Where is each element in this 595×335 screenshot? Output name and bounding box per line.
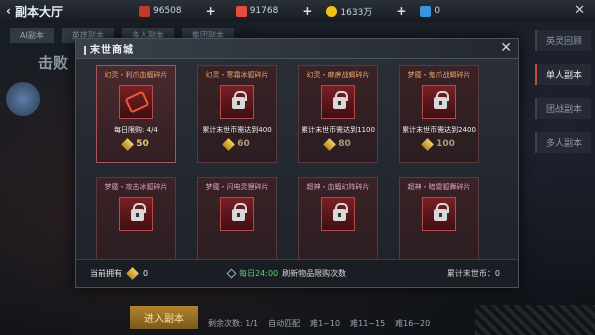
item-name: 超神・暗雷狐舞碎片	[407, 183, 471, 191]
claw-item-icon	[119, 85, 153, 119]
item-price: 100	[400, 137, 478, 151]
red-gem-icon	[139, 5, 150, 17]
lock-icon	[321, 85, 355, 119]
coin-icon	[222, 137, 236, 151]
item-condition: 累计末世币需达到400	[202, 126, 272, 134]
item-condition: 每日限购: 4/4	[114, 126, 158, 134]
item-grid: 幻灵・利爪血蝠碎片 每日限购: 4/4 50 幻灵・寒霜冰狐碎片 累计末世币需达…	[96, 65, 500, 275]
coin-icon	[323, 137, 337, 151]
lobby-title: ‹ 副本大厅	[6, 4, 63, 19]
auto-match-button[interactable]: 自动匹配	[268, 318, 300, 329]
menu-item-review[interactable]: 英灵回顾	[535, 30, 591, 51]
item-name: 梦魇・鬼爪战蝎碎片	[407, 71, 471, 79]
info-diamond-icon	[226, 268, 237, 279]
menu-item-team[interactable]: 团战副本	[535, 98, 591, 119]
right-menu: 英灵回顾 单人副本 团战副本 多人副本	[535, 30, 591, 153]
menu-item-single[interactable]: 单人副本	[535, 64, 591, 85]
shop-item-2[interactable]: 幻灵・麻痹战蝎碎片 累计末世币需达到1100 80	[298, 65, 378, 163]
lobby-bottom-bar: 进入副本 剩余次数: 1/1 自动匹配 难1~10 难11~15 难16~20	[130, 306, 430, 329]
close-icon[interactable]: ✕	[500, 40, 512, 56]
ruby-icon	[235, 5, 247, 17]
coin-icon	[126, 267, 139, 280]
item-price: 80	[299, 137, 377, 151]
gold-coin-icon	[326, 5, 338, 17]
coin-icon	[421, 137, 434, 151]
refresh-time: 每日24:00	[239, 269, 279, 278]
menu-item-multi[interactable]: 多人副本	[535, 132, 591, 153]
lock-icon	[220, 85, 254, 119]
resource-4: 0	[420, 5, 440, 17]
resource-3: 1633万	[326, 5, 372, 18]
item-condition: 累计末世币需达到2400	[402, 126, 476, 134]
lock-icon	[119, 197, 153, 231]
lobby-heading: 击败	[38, 54, 69, 72]
shop-item-3[interactable]: 梦魇・鬼爪战蝎碎片 累计末世币需达到2400 100	[399, 65, 479, 163]
enter-dungeon-button[interactable]: 进入副本	[130, 306, 198, 329]
item-name: 超神・血蝠幻阵碎片	[306, 183, 370, 191]
add-resource-2-icon[interactable]: +	[302, 4, 312, 18]
item-name: 幻灵・利爪血蝠碎片	[104, 71, 168, 79]
back-arrow-icon[interactable]: ‹	[6, 4, 11, 18]
item-price: 60	[198, 137, 276, 151]
shop-item-1[interactable]: 幻灵・寒霜冰狐碎片 累计末世币需达到400 60	[197, 65, 277, 163]
stage-2-button[interactable]: 难11~15	[350, 318, 385, 329]
add-resource-1-icon[interactable]: +	[206, 4, 216, 18]
item-name: 幻灵・寒霜冰狐碎片	[205, 71, 269, 79]
modal-title: 末世商城	[84, 41, 134, 56]
lock-icon	[321, 197, 355, 231]
shop-modal: 末世商城 ✕ 幻灵・利爪血蝠碎片 每日限购: 4/4 50 幻灵・寒霜冰狐碎片 …	[75, 38, 519, 288]
item-condition: 累计末世币需达到1100	[301, 126, 375, 134]
close-lobby-icon[interactable]: ✕	[574, 3, 585, 18]
item-name: 梦魇・攻击冰狐碎片	[104, 183, 168, 191]
owned-value: 0	[143, 269, 149, 278]
watermark	[475, 305, 595, 335]
cumulative-currency: 累计末世币：0	[446, 269, 500, 278]
modal-header: 末世商城	[76, 39, 518, 59]
tab-ai[interactable]: AI副本	[10, 28, 54, 43]
stage-1-button[interactable]: 难1~10	[310, 318, 340, 329]
item-price: 50	[97, 137, 175, 151]
shop-item-0[interactable]: 幻灵・利爪血蝠碎片 每日限购: 4/4 50	[96, 65, 176, 163]
remaining-count: 剩余次数: 1/1	[208, 319, 259, 328]
resource-2: 91768	[235, 5, 278, 17]
top-bar: ‹ 副本大厅 96508 + 91768 + 1633万 + 0 ✕	[0, 0, 595, 22]
lock-icon	[220, 197, 254, 231]
coin-icon	[121, 137, 135, 151]
item-name: 梦魇・闪电灵狸碎片	[205, 183, 269, 191]
owned-label: 当前拥有	[90, 269, 122, 278]
item-name: 幻灵・麻痹战蝎碎片	[306, 71, 370, 79]
lock-icon	[422, 197, 456, 231]
stage-3-button[interactable]: 难16~20	[395, 318, 430, 329]
add-resource-3-icon[interactable]: +	[396, 4, 406, 18]
modal-footer: 当前拥有 0 每日24:00 刷新物品限购次数 累计末世币：0	[76, 259, 518, 287]
avatar[interactable]	[6, 82, 40, 116]
lock-icon	[422, 85, 456, 119]
currency-owned: 当前拥有 0	[90, 267, 149, 280]
refresh-text: 刷新物品限购次数	[282, 269, 347, 278]
resource-1: 96508	[139, 5, 182, 17]
refresh-notice: 每日24:00 刷新物品限购次数	[226, 268, 347, 279]
blue-trophy-icon	[420, 5, 432, 17]
